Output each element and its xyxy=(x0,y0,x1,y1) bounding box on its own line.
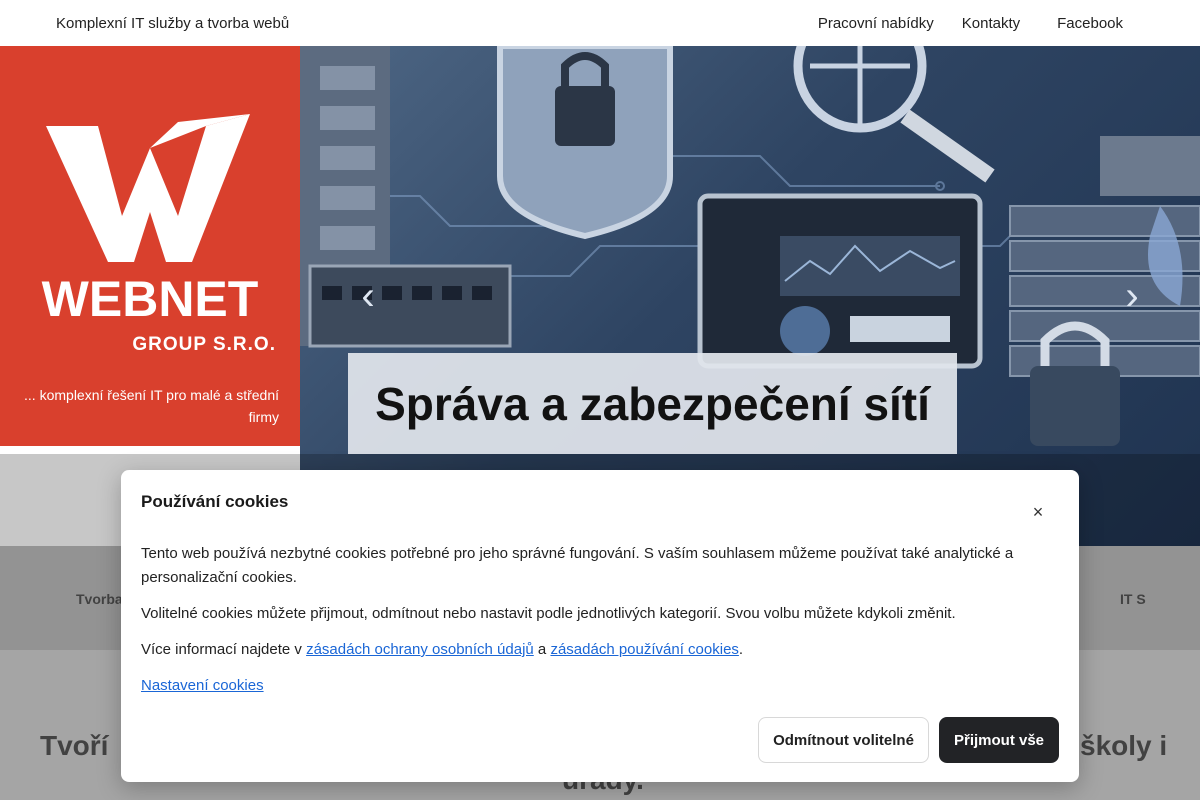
nav-link-contacts[interactable]: Kontakty xyxy=(962,15,1020,32)
hero-caption-title: Správa a zabezpečení sítí xyxy=(375,377,930,430)
tagline: ... komplexní řešení IT pro malé a střed… xyxy=(24,387,279,425)
top-nav: Pracovní nabídky Kontakty Facebook xyxy=(818,15,1123,32)
webnet-logo: WEBNET GROUP S.R.O. xyxy=(42,114,276,355)
cookie-text-3-prefix: Více informací najdete v xyxy=(141,641,307,658)
nav-link-jobs[interactable]: Pracovní nabídky xyxy=(818,15,934,32)
accept-all-button[interactable]: Přijmout vše xyxy=(939,717,1059,763)
carousel-prev-button[interactable]: ‹ xyxy=(354,274,382,318)
logo-subtext: GROUP S.R.O. xyxy=(132,334,276,355)
brand-panel: WEBNET GROUP S.R.O. ... komplexní řešení… xyxy=(0,46,300,446)
logo-text: WEBNET xyxy=(42,271,259,327)
nav-link-facebook[interactable]: Facebook xyxy=(1057,15,1123,32)
carousel-next-button[interactable]: › xyxy=(1118,274,1146,318)
cookie-policy-link[interactable]: zásadách používání cookies xyxy=(550,641,738,658)
chevron-left-icon: ‹ xyxy=(361,274,375,318)
reject-optional-button[interactable]: Odmítnout volitelné xyxy=(758,717,929,763)
cookie-dialog: Používání cookies × Tento web používá ne… xyxy=(121,470,1079,782)
cookie-close-button[interactable]: × xyxy=(1028,502,1048,522)
brand-gap xyxy=(0,446,300,454)
cookie-text-1: Tento web používá nezbytné cookies potře… xyxy=(141,545,1014,586)
cookie-text-3-mid: a xyxy=(533,641,551,658)
cookie-text-2: Volitelné cookies můžete přijmout, odmít… xyxy=(141,605,956,622)
top-bar: Komplexní IT služby a tvorba webů Pracov… xyxy=(0,0,1200,46)
cookie-text-3: Více informací najdete v zásadách ochran… xyxy=(141,638,1041,662)
hero-caption: Správa a zabezpečení sítí xyxy=(348,353,957,454)
cookie-text-3-suffix: . xyxy=(738,641,744,658)
close-icon: × xyxy=(1032,502,1044,522)
chevron-right-icon: › xyxy=(1125,274,1139,318)
cookie-settings-link[interactable]: Nastavení cookies xyxy=(141,674,264,698)
site-title: Komplexní IT služby a tvorba webů xyxy=(56,14,290,32)
privacy-policy-link[interactable]: zásadách ochrany osobních údajů xyxy=(306,641,534,658)
cookie-dialog-title: Používání cookies xyxy=(141,492,289,511)
